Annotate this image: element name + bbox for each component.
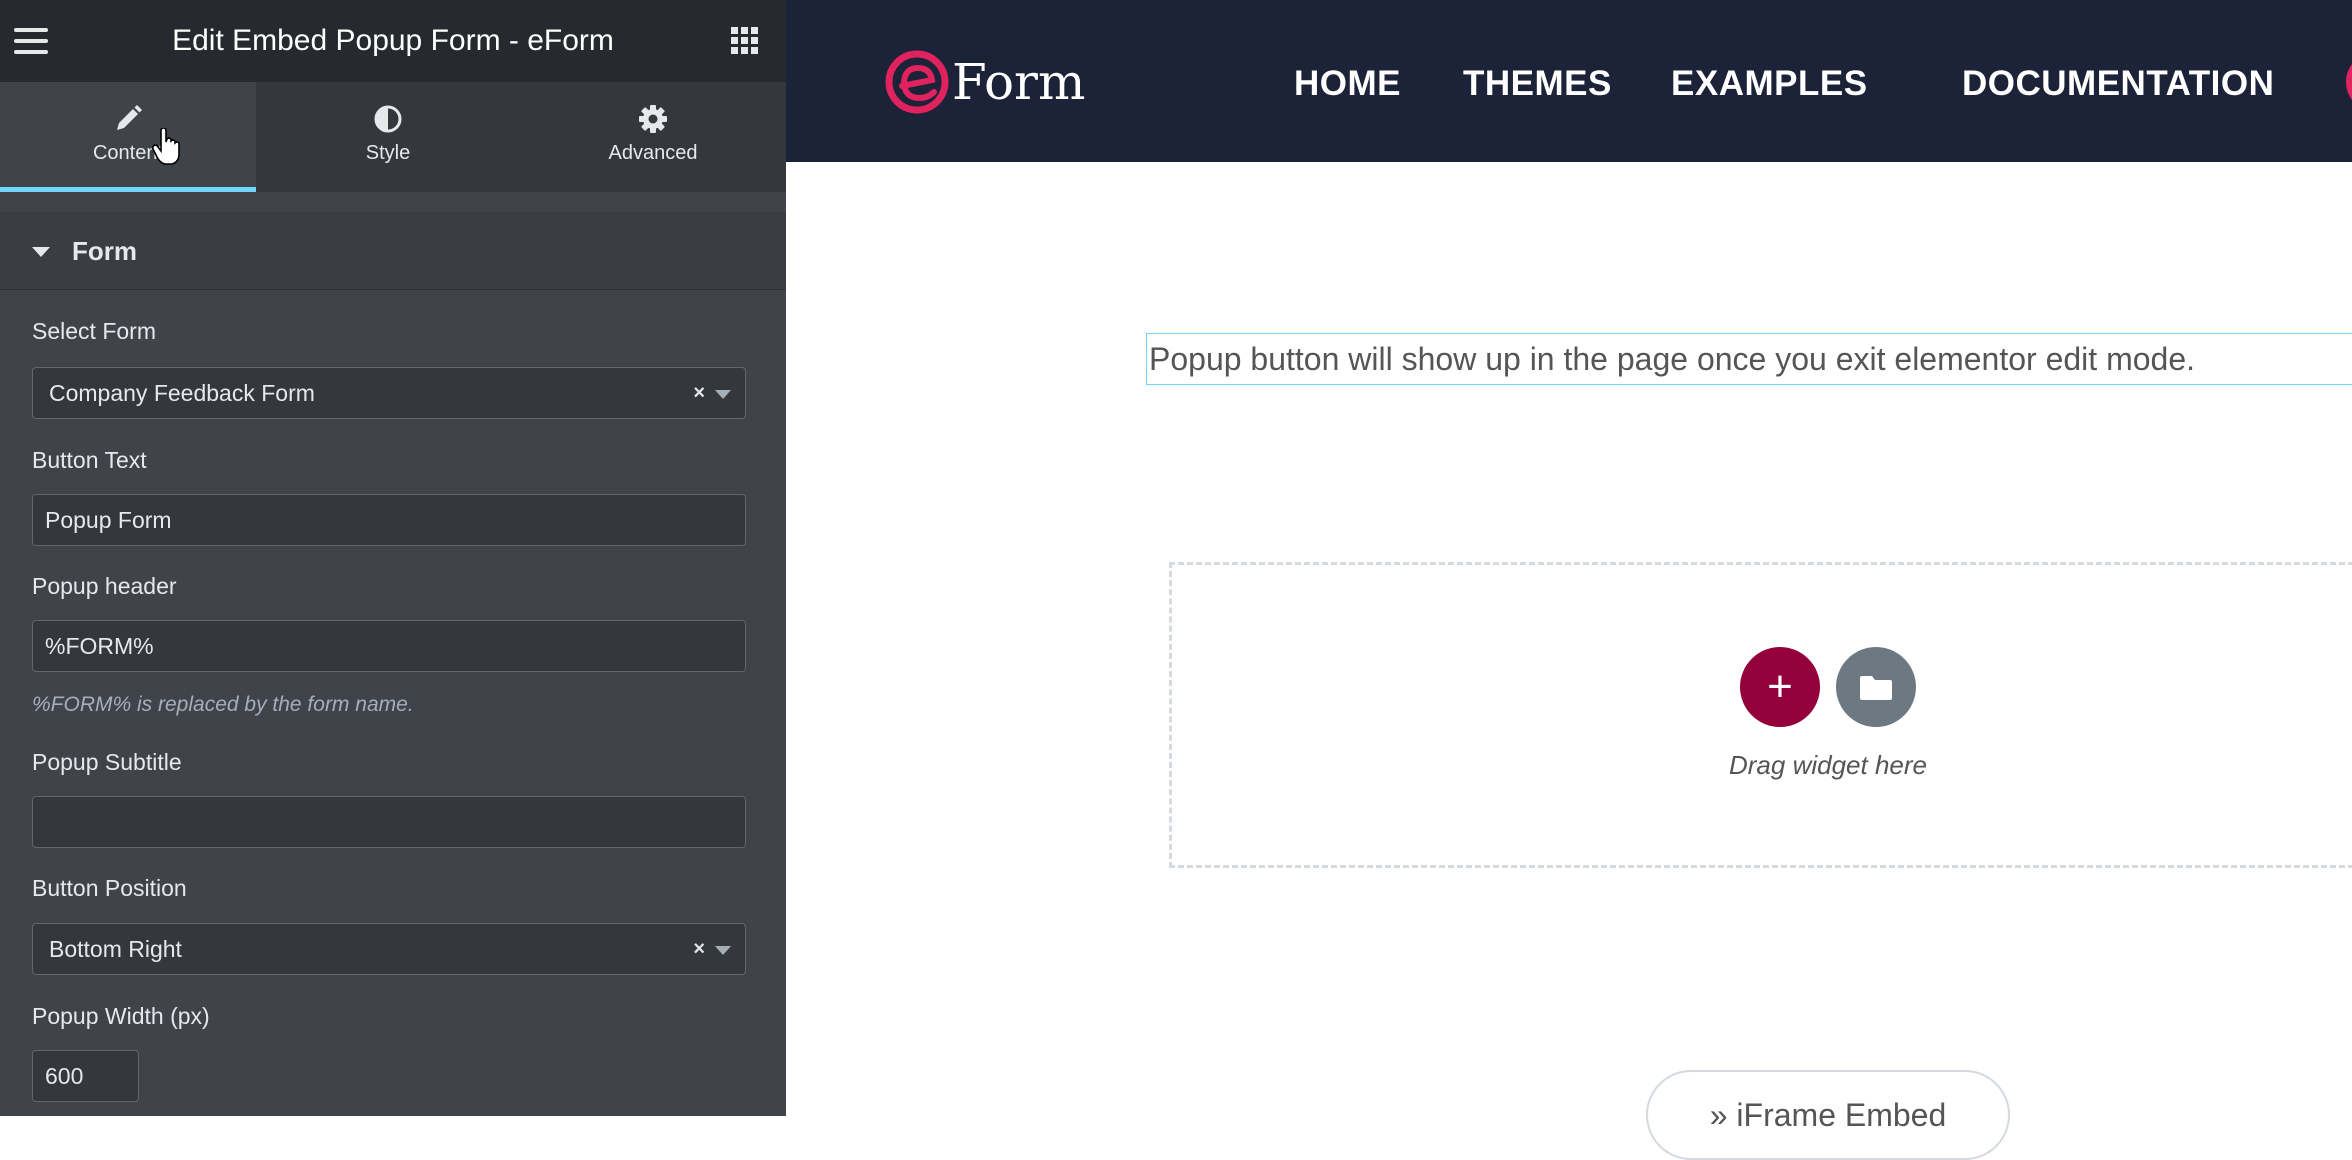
half-circle-icon — [374, 105, 402, 133]
iframe-embed-widget[interactable]: » iFrame Embed — [1646, 1070, 2010, 1160]
active-tab-indicator — [0, 187, 256, 192]
tab-style[interactable]: Style — [256, 82, 520, 192]
section-title: Form — [72, 236, 137, 266]
popup-width-label: Popup Width (px) — [32, 1003, 210, 1029]
widgets-grid-icon[interactable] — [731, 27, 759, 55]
template-library-button[interactable] — [1836, 647, 1916, 727]
popup-header-hint: %FORM% is replaced by the form name. — [32, 693, 414, 716]
button-text-label: Button Text — [32, 447, 147, 473]
tab-advanced-label: Advanced — [608, 142, 698, 164]
popup-notice-text[interactable]: Popup button will show up in the page on… — [1146, 333, 2352, 385]
tab-advanced[interactable]: Advanced — [520, 82, 786, 192]
gear-icon — [639, 105, 667, 133]
select-form-value: Company Feedback Form — [49, 380, 315, 406]
editor-panel: Edit Embed Popup Form - eForm Content St… — [0, 0, 786, 1116]
popup-subtitle-label: Popup Subtitle — [32, 749, 182, 775]
button-position-value: Bottom Right — [49, 936, 182, 962]
popup-width-input[interactable]: 600 — [32, 1050, 139, 1102]
folder-icon — [1860, 676, 1892, 700]
plus-icon: + — [1767, 662, 1793, 711]
popup-subtitle-input[interactable] — [32, 796, 746, 848]
nav-examples[interactable]: EXAMPLES — [1671, 56, 1868, 112]
select-form-dropdown[interactable]: Company Feedback Form × — [32, 367, 746, 419]
panel-header: Edit Embed Popup Form - eForm — [0, 0, 786, 82]
button-position-dropdown[interactable]: Bottom Right × — [32, 923, 746, 975]
popup-header-label: Popup header — [32, 573, 177, 599]
site-logo-text[interactable]: Form — [952, 44, 1085, 120]
pencil-icon — [117, 105, 142, 130]
site-navbar: Form HOME THEMES EXAMPLES DOCUMENTATION — [786, 0, 2352, 162]
tab-content-label: Content — [92, 142, 164, 164]
nav-avatar[interactable] — [2346, 52, 2352, 112]
panel-tabs: Content Style Advanced — [0, 82, 786, 192]
preview-canvas: Form HOME THEMES EXAMPLES DOCUMENTATION … — [786, 0, 2352, 1116]
nav-home[interactable]: HOME — [1294, 56, 1401, 112]
hand-cursor-icon — [152, 128, 180, 165]
select-form-label: Select Form — [32, 318, 156, 344]
button-position-label: Button Position — [32, 875, 187, 901]
chevron-down-icon — [715, 390, 731, 399]
chevron-down-icon — [715, 946, 731, 955]
popup-header-input[interactable]: %FORM% — [32, 620, 746, 672]
clear-icon[interactable]: × — [693, 368, 705, 418]
panel-title: Edit Embed Popup Form - eForm — [172, 24, 614, 57]
form-section-toggle[interactable]: Form — [0, 212, 786, 290]
nav-themes[interactable]: THEMES — [1463, 56, 1612, 112]
add-section-button[interactable]: + — [1740, 647, 1820, 727]
button-text-input[interactable]: Popup Form — [32, 494, 746, 546]
drag-widget-hint: Drag widget here — [1729, 750, 1927, 780]
tab-content[interactable]: Content — [0, 82, 256, 192]
eform-logo-icon[interactable] — [884, 44, 950, 120]
nav-documentation[interactable]: DOCUMENTATION — [1962, 56, 2274, 112]
clear-icon[interactable]: × — [693, 924, 705, 974]
tab-style-label: Style — [365, 142, 411, 164]
caret-down-icon — [32, 247, 50, 257]
